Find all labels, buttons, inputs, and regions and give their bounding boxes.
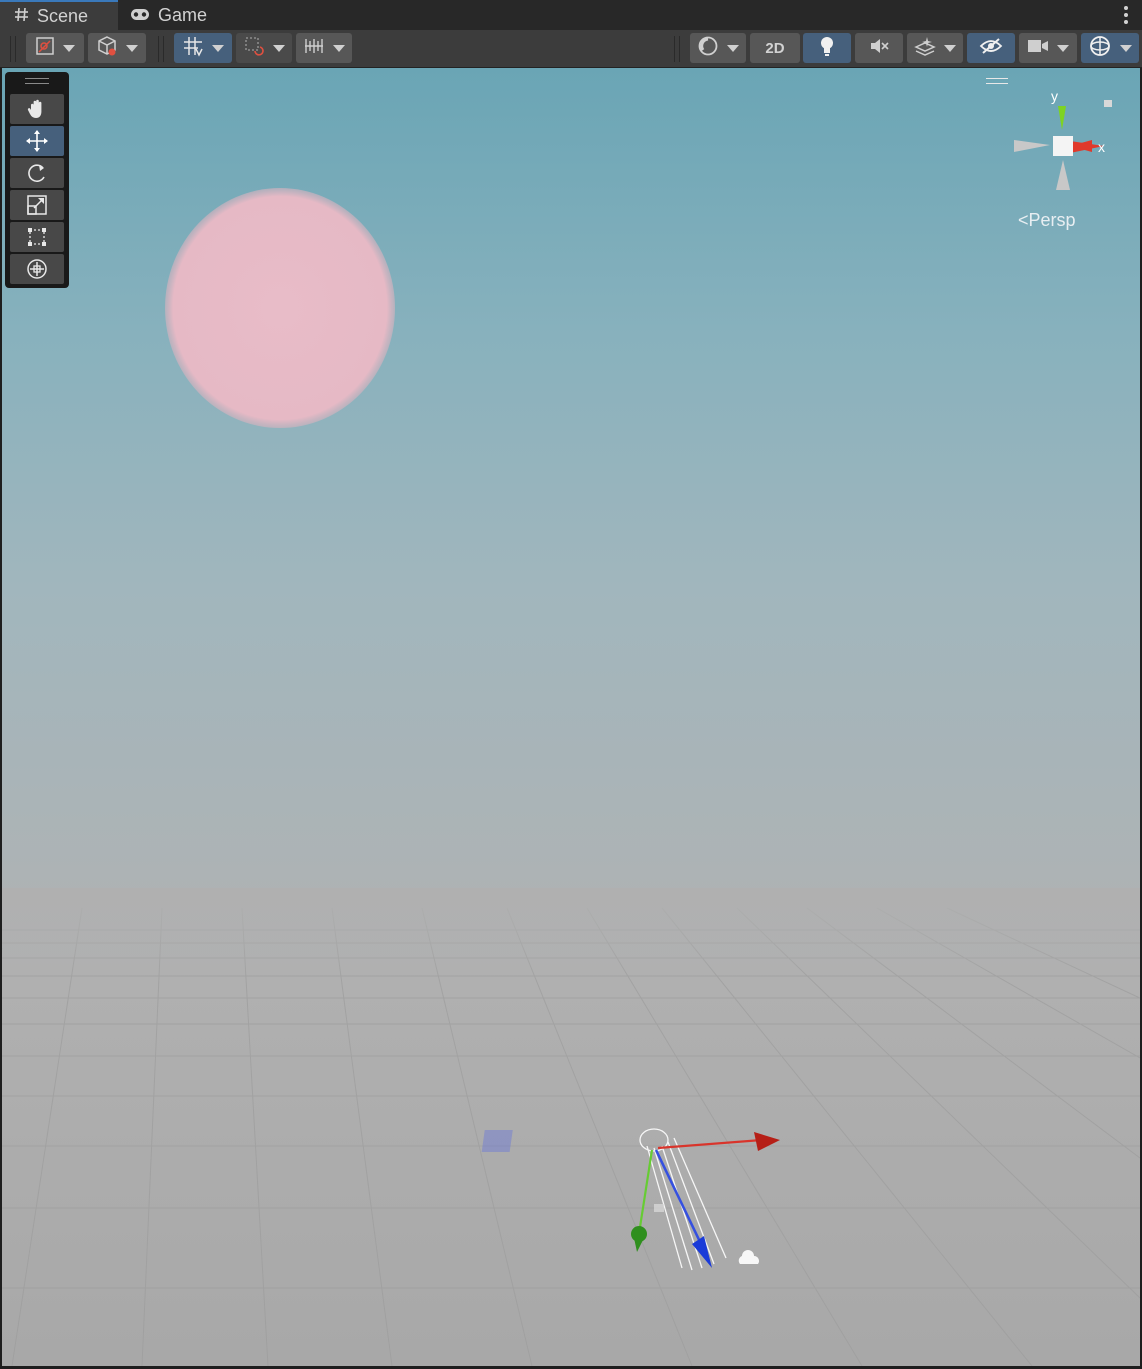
gizmos-dropdown[interactable] (1081, 33, 1139, 63)
draw-mode-icon (35, 36, 55, 61)
effects-dropdown[interactable] (907, 33, 963, 63)
chevron-down-icon (273, 44, 285, 52)
lightbulb-icon (817, 35, 837, 62)
hand-icon (27, 99, 42, 118)
scene-toolbar: 2D (0, 30, 1142, 68)
ruler-dropdown[interactable] (296, 33, 352, 63)
chevron-down-icon (727, 44, 739, 52)
audio-toggle[interactable] (855, 33, 903, 63)
lighting-toggle[interactable] (803, 33, 851, 63)
rotate-icon (28, 164, 45, 183)
increment-snap-dropdown[interactable] (236, 33, 292, 63)
sphere-shading-icon (697, 35, 719, 62)
draw-mode-dropdown[interactable] (26, 33, 84, 63)
toolbar-grip[interactable] (158, 36, 164, 62)
toolbar-grip[interactable] (10, 36, 16, 62)
tab-scene-label: Scene (37, 5, 89, 26)
chevron-down-icon (212, 44, 224, 52)
increment-snap-icon (243, 35, 265, 62)
projection-label: Persp (1028, 210, 1076, 230)
scene-visibility-toggle[interactable] (967, 33, 1015, 63)
tab-scene[interactable]: Scene (0, 0, 118, 30)
toggle-2d-button[interactable]: 2D (750, 33, 800, 63)
projection-toggle[interactable]: <Persp (1018, 210, 1076, 231)
grid-snap-icon (182, 35, 204, 62)
chevron-left-icon: < (1018, 210, 1029, 230)
toolbar-grip[interactable] (674, 36, 680, 62)
chevron-down-icon (944, 44, 956, 52)
chevron-down-icon (333, 44, 345, 52)
sun-settings-icon (738, 1250, 759, 1264)
camera-dropdown[interactable] (1019, 33, 1077, 63)
cube-icon (96, 35, 118, 62)
tab-game[interactable]: Game (130, 0, 230, 30)
transform-icon (27, 259, 47, 279)
chevron-down-icon (1057, 44, 1069, 52)
draw-shaded-dropdown[interactable] (690, 33, 746, 63)
scene-render (2, 188, 1140, 1366)
ruler-icon (303, 35, 325, 62)
gizmo-x-label: x (1098, 139, 1105, 155)
gizmo-sphere-icon (1088, 34, 1112, 63)
tab-game-label: Game (158, 4, 208, 25)
move-tool[interactable] (10, 126, 64, 156)
horizon-fog (2, 888, 1140, 978)
hash-icon (14, 6, 29, 27)
gizmo-drag-handle[interactable] (986, 78, 1008, 84)
shading-mode-dropdown[interactable] (88, 33, 146, 63)
layers-effects-icon (914, 35, 936, 62)
tab-bar: Scene Game (0, 0, 1142, 30)
gamepad-icon (130, 5, 150, 26)
tools-overlay (5, 72, 69, 288)
rotate-tool[interactable] (10, 158, 64, 188)
audio-mute-icon (868, 36, 890, 61)
toggle-2d-label: 2D (765, 39, 785, 57)
grid-snapping-toggle[interactable] (174, 33, 232, 63)
scale-tool[interactable] (10, 190, 64, 220)
view-tool[interactable] (10, 94, 64, 124)
sun-disc (165, 188, 395, 428)
rect-tool[interactable] (10, 222, 64, 252)
more-options-icon[interactable] (1124, 6, 1128, 24)
scene-viewport[interactable]: y x (2, 68, 1140, 1366)
camera-icon (1027, 37, 1049, 60)
scale-icon (27, 195, 47, 215)
overlay-drag-handle[interactable] (25, 78, 49, 84)
rect-transform-icon (28, 228, 46, 246)
transform-tool[interactable] (10, 254, 64, 284)
directional-light-gizmo (481, 1128, 780, 1271)
move-arrows-icon (26, 130, 48, 152)
eye-hidden-icon (979, 36, 1003, 61)
chevron-down-icon (63, 44, 75, 52)
chevron-down-icon (1120, 44, 1132, 52)
chevron-down-icon (126, 44, 138, 52)
gizmo-y-label: y (1051, 88, 1058, 104)
